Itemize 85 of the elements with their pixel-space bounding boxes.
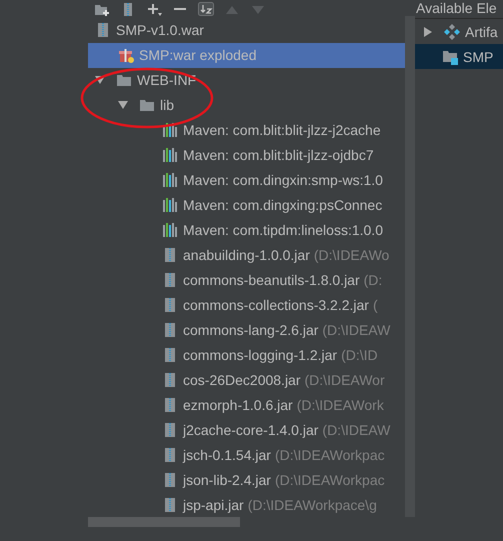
jar-icon xyxy=(162,346,178,363)
tree-item-label: ezmorph-1.0.6.jar xyxy=(183,396,293,413)
tree-item-path: (D:\IDEAWo xyxy=(314,247,390,264)
tree-item-label: SMP:war exploded xyxy=(139,47,257,64)
tree-item-label: commons-logging-1.2.jar xyxy=(183,346,338,363)
tree-item-label: commons-lang-2.6.jar xyxy=(183,322,318,338)
tree-row[interactable]: cos-26Dec2008.jar (D:\IDEAWor xyxy=(88,367,405,392)
jar-icon xyxy=(162,322,178,338)
jar-icon xyxy=(162,422,178,438)
tree-item-label: jsp-api.jar xyxy=(183,496,244,513)
jar-icon xyxy=(162,396,178,413)
tree-row[interactable]: commons-logging-1.2.jar (D:\ID xyxy=(88,342,405,368)
folder-icon xyxy=(139,97,155,114)
tree-item-label: commons-beanutils-1.8.0.jar xyxy=(183,272,360,288)
tree-item-label: Maven: com.dingxing:psConnec xyxy=(183,197,382,214)
tree-row[interactable]: Artifa xyxy=(415,19,503,44)
jar-icon xyxy=(162,272,178,288)
library-icon xyxy=(162,172,178,188)
plus-icon[interactable] xyxy=(146,2,162,16)
expanded-arrow-icon[interactable] xyxy=(95,75,105,86)
library-icon xyxy=(162,147,178,164)
library-icon xyxy=(162,197,178,214)
jar-icon xyxy=(162,446,178,463)
tree-item-path: (D:\IDEAWork xyxy=(296,396,384,413)
tree-item-label: Maven: com.blit:blit-jlzz-ojdbc7 xyxy=(183,147,374,164)
tree-row[interactable]: j2cache-core-1.4.0.jar (D:\IDEAW xyxy=(88,417,405,442)
jar-icon xyxy=(162,472,178,488)
tree-row[interactable]: lib xyxy=(88,92,405,118)
tree-item-path: (D:\IDEAW xyxy=(322,422,390,438)
tree-item-label: j2cache-core-1.4.0.jar xyxy=(183,422,318,438)
tree-item-label: SMP xyxy=(463,48,494,64)
tree-item-path: (D:\IDEAWorkpace\g xyxy=(248,496,377,513)
tree-item-label: json-lib-2.4.jar xyxy=(183,472,271,488)
tree-item-path: (D:\IDEAWorkpac xyxy=(274,472,385,488)
add-folder-icon[interactable] xyxy=(94,2,110,16)
tree-item-path: (D:\ID xyxy=(341,346,378,363)
tree-row[interactable]: Maven: com.dingxing:psConnec xyxy=(88,192,405,218)
tree-item-path: ( xyxy=(372,296,378,313)
jar-icon xyxy=(162,372,178,388)
jar-icon xyxy=(162,247,178,264)
tree-row[interactable]: Maven: com.tipdm:lineloss:1.0.0 xyxy=(88,218,405,243)
tree-item-label: Maven: com.dingxin:smp-ws:1.0 xyxy=(183,172,383,188)
tree-item-label: Artifa xyxy=(465,24,498,40)
sort-icon[interactable] xyxy=(198,2,214,16)
tree-row[interactable]: commons-lang-2.6.jar (D:\IDEAW xyxy=(88,317,405,342)
tree-item-label: jsch-0.1.54.jar xyxy=(183,446,271,463)
tree-item-path: (D: xyxy=(364,272,382,288)
tree-row[interactable]: anabuilding-1.0.0.jar (D:\IDEAWo xyxy=(88,242,405,268)
archive-icon xyxy=(95,22,111,38)
tree-item-label: commons-collections-3.2.2.jar xyxy=(183,296,369,313)
tree-item-label: cos-26Dec2008.jar xyxy=(183,372,301,388)
tree-row[interactable]: jsp-api.jar (D:\IDEAWorkpace\g xyxy=(88,492,405,517)
tree-item-path: (D:\IDEAWor xyxy=(304,372,385,388)
tree-item-label: lib xyxy=(160,97,174,114)
tree-item-path: (D:\IDEAWorkpac xyxy=(274,446,385,463)
gift-icon xyxy=(118,47,134,64)
tree-row[interactable]: jsch-0.1.54.jar (D:\IDEAWorkpac xyxy=(88,442,405,468)
expanded-arrow-icon[interactable] xyxy=(118,100,128,110)
tree-item-label: Maven: com.blit:blit-jlzz-j2cache xyxy=(183,122,381,138)
tree-row[interactable]: SMP xyxy=(415,44,503,69)
tree-item-label: Maven: com.tipdm:lineloss:1.0.0 xyxy=(183,222,383,238)
vertical-scrollbar[interactable] xyxy=(405,16,415,517)
tree-row[interactable]: json-lib-2.4.jar (D:\IDEAWorkpac xyxy=(88,467,405,492)
jar-icon xyxy=(162,296,178,313)
tree-row[interactable]: Maven: com.blit:blit-jlzz-ojdbc7 xyxy=(88,142,405,168)
tree-row[interactable]: commons-collections-3.2.2.jar ( xyxy=(88,292,405,318)
tree-item-label: SMP-v1.0.war xyxy=(116,22,204,38)
diamonds-icon xyxy=(444,24,460,40)
tree-row[interactable]: WEB-INF xyxy=(88,68,405,93)
tree-row[interactable]: ezmorph-1.0.6.jar (D:\IDEAWork xyxy=(88,392,405,418)
horizontal-scrollbar[interactable] xyxy=(88,517,240,527)
tree-item-label: anabuilding-1.0.0.jar xyxy=(183,247,310,264)
tree-row[interactable]: SMP-v1.0.war xyxy=(88,18,405,43)
library-icon xyxy=(162,222,178,238)
tree-row[interactable]: Maven: com.blit:blit-jlzz-j2cache xyxy=(88,118,405,143)
jar-icon xyxy=(162,496,178,513)
tree-item-path: (D:\IDEAW xyxy=(322,322,390,338)
tree-item-label: WEB-INF xyxy=(137,72,196,88)
panel-title: Available Ele xyxy=(416,0,497,16)
tree-row[interactable]: commons-beanutils-1.8.0.jar (D: xyxy=(88,268,405,292)
folder-icon xyxy=(116,72,132,88)
collapsed-arrow-icon[interactable] xyxy=(423,26,433,36)
tree-row[interactable]: Maven: com.dingxin:smp-ws:1.0 xyxy=(88,168,405,193)
library-icon xyxy=(162,122,178,138)
module-folder-icon xyxy=(442,48,458,64)
